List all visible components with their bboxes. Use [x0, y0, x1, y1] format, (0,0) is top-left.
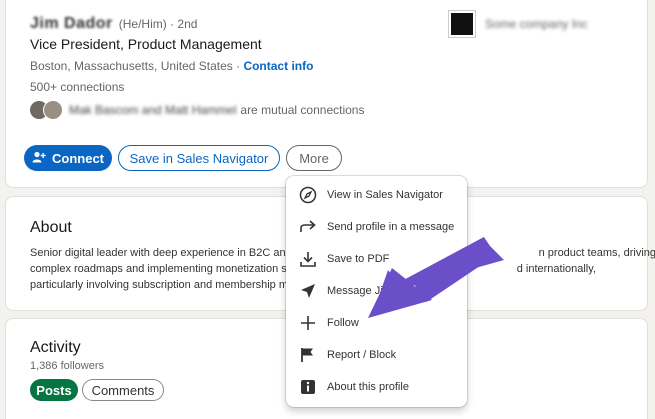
menu-item-label: Save to PDF — [327, 253, 390, 265]
more-dropdown-menu: View in Sales Navigator Send profile in … — [286, 176, 467, 407]
send-icon — [298, 281, 318, 301]
menu-item-about-this-profile[interactable]: About this profile — [286, 371, 467, 403]
connect-label: Connect — [52, 150, 104, 166]
avatar — [43, 100, 63, 120]
current-company[interactable]: Some company Inc — [448, 10, 588, 38]
add-person-icon — [32, 151, 46, 166]
menu-item-view-in-sales-navigator[interactable]: View in Sales Navigator — [286, 179, 467, 211]
menu-item-report-block[interactable]: Report / Block — [286, 339, 467, 371]
about-line-1-right: n product teams, driving — [538, 247, 655, 259]
menu-item-label: Send profile in a message — [327, 221, 455, 233]
menu-item-label: Follow — [327, 317, 359, 329]
menu-item-send-profile[interactable]: Send profile in a message — [286, 211, 467, 243]
info-icon — [298, 377, 318, 397]
more-button[interactable]: More — [286, 145, 342, 171]
share-arrow-icon — [298, 217, 318, 237]
menu-item-message[interactable]: Message Jim — [286, 275, 467, 307]
about-line-1: Senior digital leader with deep experien… — [30, 247, 292, 259]
mutual-suffix: are mutual connections — [240, 103, 365, 117]
name-row: Jim Dador (He/Him) · 2nd — [30, 15, 197, 33]
menu-item-follow[interactable]: Follow — [286, 307, 467, 339]
mutual-avatars — [29, 100, 65, 120]
connections-count[interactable]: 500+ connections — [30, 80, 124, 94]
profile-name: Jim Dador — [30, 15, 113, 32]
menu-item-label: Report / Block — [327, 349, 397, 361]
connect-button[interactable]: Connect — [24, 145, 112, 171]
posts-filter-button[interactable]: Posts — [30, 379, 78, 401]
menu-item-label: Message Jim — [327, 285, 392, 297]
profile-avatar[interactable] — [49, 0, 157, 1]
comments-filter-button[interactable]: Comments — [82, 379, 164, 401]
mutual-connections[interactable]: Mak Bascom and Matt Hammel are mutual co… — [29, 100, 364, 120]
contact-info-link[interactable]: Contact info — [243, 59, 313, 73]
menu-item-label: About this profile — [327, 381, 409, 393]
about-line-3: particularly involving subscription and … — [30, 279, 289, 291]
mutual-names: Mak Bascom and Matt Hammel — [69, 103, 237, 117]
profile-pronouns-degree: (He/Him) · 2nd — [118, 17, 198, 31]
company-logo — [448, 10, 476, 38]
about-line-2-right: d internationally, — [516, 263, 596, 275]
menu-item-label: View in Sales Navigator — [327, 189, 443, 201]
activity-title: Activity — [30, 339, 81, 356]
save-in-sales-navigator-button[interactable]: Save in Sales Navigator — [118, 145, 280, 171]
followers-count: 1,386 followers — [30, 360, 104, 372]
flag-icon — [298, 345, 318, 365]
about-line-2: complex roadmaps and implementing moneti… — [30, 263, 287, 275]
about-title: About — [30, 219, 72, 236]
download-icon — [298, 249, 318, 269]
profile-headline: Vice President, Product Management — [30, 36, 262, 52]
profile-location: Boston, Massachusetts, United States · — [30, 59, 244, 73]
compass-icon — [298, 185, 318, 205]
location-row: Boston, Massachusetts, United States · C… — [30, 59, 313, 73]
menu-item-save-to-pdf[interactable]: Save to PDF — [286, 243, 467, 275]
plus-icon — [298, 313, 318, 333]
company-name: Some company Inc — [485, 17, 588, 31]
